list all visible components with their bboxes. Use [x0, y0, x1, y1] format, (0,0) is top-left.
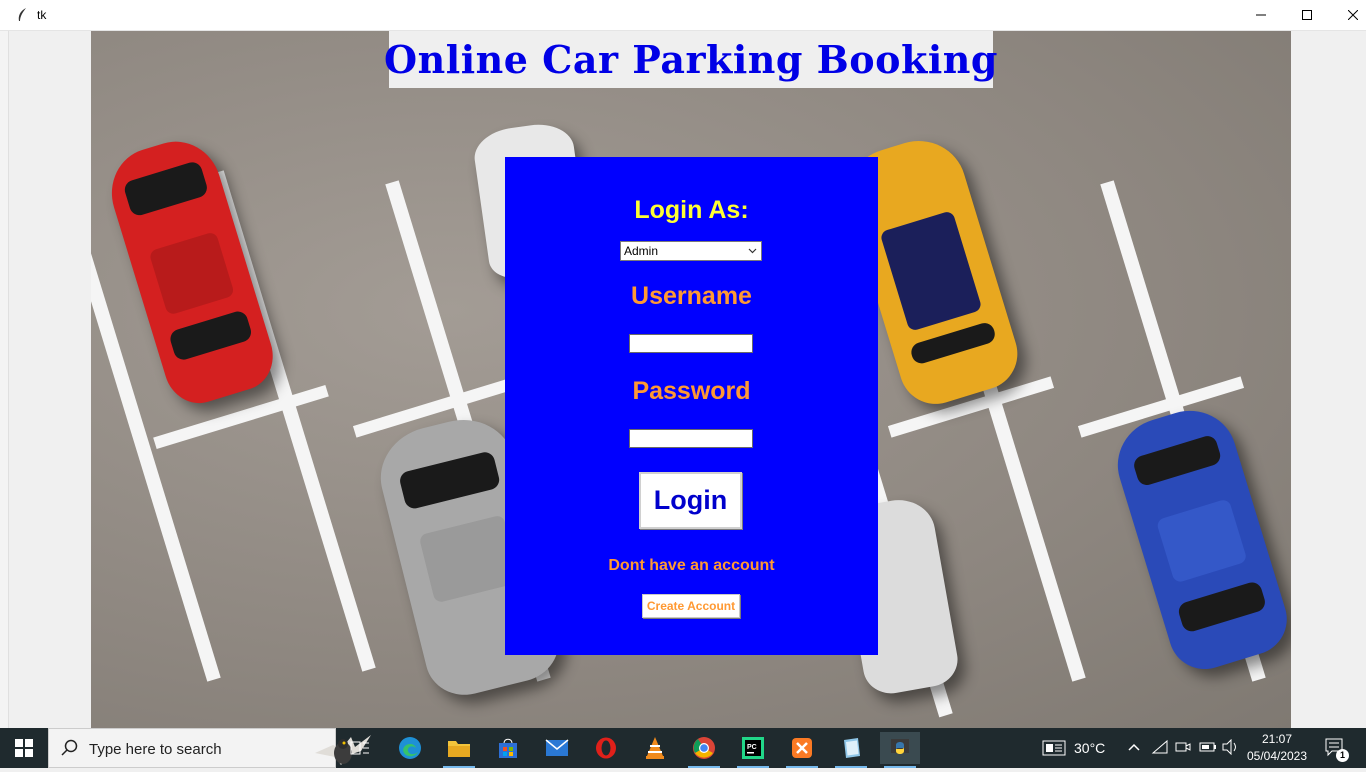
battery-icon[interactable]	[1199, 739, 1217, 760]
opera-icon[interactable]	[586, 732, 626, 764]
volume-icon[interactable]	[1221, 738, 1239, 760]
pycharm-icon[interactable]: PC	[733, 732, 773, 768]
window-title: tk	[37, 8, 47, 22]
minimize-button[interactable]	[1238, 0, 1284, 30]
create-account-button[interactable]: Create Account	[642, 594, 740, 618]
window-titlebar: tk	[0, 0, 1366, 31]
minimize-icon	[1256, 14, 1266, 16]
vlc-icon[interactable]	[635, 732, 675, 764]
page-title-banner: Online Car Parking Booking	[384, 31, 997, 88]
file-explorer-icon[interactable]	[439, 732, 479, 768]
page-title: Online Car Parking Booking	[384, 37, 998, 82]
clock-time: 21:07	[1261, 732, 1293, 746]
no-account-text: Dont have an account	[608, 557, 775, 574]
role-select-value: Admin	[624, 244, 659, 258]
role-select[interactable]: Admin	[620, 241, 762, 261]
weather-icon[interactable]	[1042, 738, 1066, 763]
clock-date: 05/04/2023	[1246, 749, 1308, 763]
close-button[interactable]	[1330, 0, 1366, 30]
xampp-icon[interactable]	[782, 732, 822, 768]
notification-count-badge: 1	[1336, 749, 1349, 762]
taskbar: Type here to search PC 30°C 21:07 05/04/…	[0, 728, 1366, 768]
python-icon[interactable]	[880, 732, 920, 768]
mail-icon[interactable]	[537, 732, 577, 764]
login-as-label: Login As:	[634, 196, 749, 224]
password-label: Password	[632, 377, 751, 405]
store-icon[interactable]	[488, 732, 528, 764]
maximize-button[interactable]	[1284, 0, 1330, 30]
svg-text:PC: PC	[747, 744, 757, 751]
search-icon	[61, 739, 79, 762]
maximize-icon	[1302, 10, 1312, 20]
start-button[interactable]	[0, 728, 48, 768]
login-button[interactable]: Login	[639, 472, 742, 529]
chevron-up-icon[interactable]	[1127, 740, 1141, 759]
login-panel: Login As: Admin Username Password Login …	[505, 157, 878, 655]
chrome-icon[interactable]	[684, 732, 724, 768]
notepad-icon[interactable]	[831, 732, 871, 768]
weather-temperature[interactable]: 30°C	[1074, 740, 1105, 756]
chevron-down-icon	[748, 242, 757, 267]
feather-icon	[16, 7, 30, 23]
username-label: Username	[631, 282, 752, 310]
window-left-edge	[0, 31, 9, 728]
taskbar-search-box[interactable]: Type here to search	[48, 728, 371, 768]
windows-logo-icon	[15, 739, 33, 757]
meet-now-icon[interactable]	[1175, 739, 1191, 760]
task-view-icon[interactable]	[340, 732, 380, 764]
taskbar-clock[interactable]: 21:07 05/04/2023	[1238, 731, 1316, 765]
username-input[interactable]	[629, 334, 753, 353]
close-icon	[1348, 10, 1358, 20]
search-placeholder: Type here to search	[89, 741, 222, 758]
edge-icon[interactable]	[390, 732, 430, 764]
network-icon[interactable]	[1151, 739, 1169, 760]
password-input[interactable]	[629, 429, 753, 448]
